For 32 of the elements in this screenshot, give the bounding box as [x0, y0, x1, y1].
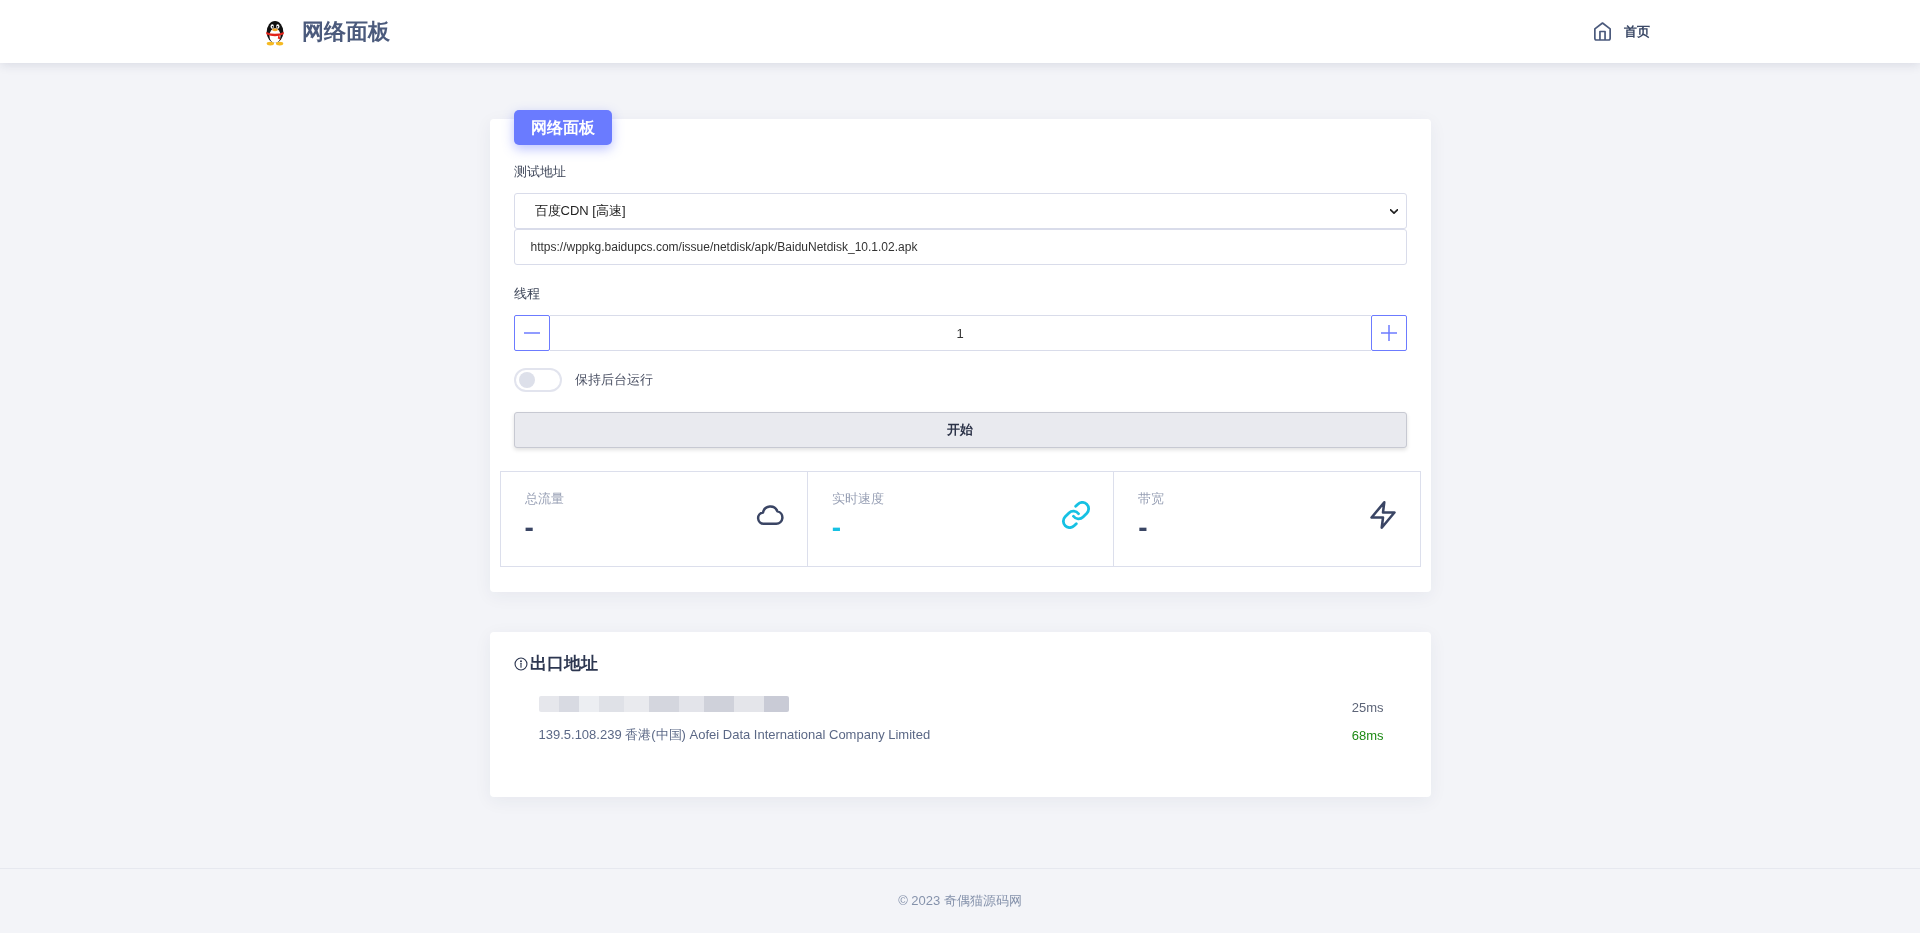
home-icon — [1594, 22, 1611, 41]
plus-icon — [1380, 325, 1397, 341]
stat-label: 带宽 — [1138, 490, 1165, 508]
panel-title-badge: 网络面板 — [513, 110, 612, 145]
stat-label: 总流量 — [524, 490, 564, 508]
minus-icon — [523, 332, 540, 334]
latency-text: 68ms — [1351, 727, 1384, 743]
home-link-label: 首页 — [1624, 22, 1650, 41]
field-label: 线程 — [513, 285, 541, 303]
thread-count-field[interactable]: 1 — [549, 315, 1371, 351]
chevron-down-icon — [1389, 208, 1398, 214]
exit-address-text: 139.5.108.239 香港(中国) Aofei Data International Company Limited — [538, 726, 931, 744]
stat-value: - — [831, 511, 843, 545]
stat-value: - — [524, 511, 535, 545]
decrement-button[interactable] — [513, 315, 550, 351]
latency-text: 25ms — [1351, 699, 1384, 715]
start-button[interactable]: 开始 — [513, 412, 1407, 448]
toggle-label: 保持后台运行 — [574, 371, 653, 389]
test-address-select[interactable]: 百度CDN [高速] — [513, 193, 1407, 229]
site-title: 网络面板 — [302, 17, 390, 46]
copyright-text: © 2023 奇偶猫源码网 — [898, 892, 1022, 910]
stat-value: - — [1138, 511, 1149, 545]
url-input-field[interactable]: https://wppkg.baidupcs.com/issue/netdisk/apk/BaiduNetdisk_10.1.02.apk — [513, 229, 1407, 265]
increment-button[interactable] — [1370, 315, 1407, 351]
home-link[interactable]: 首页 — [1594, 22, 1650, 41]
info-icon — [513, 656, 528, 671]
section-title: 出口地址 — [529, 653, 598, 675]
stat-label: 实时速度 — [831, 490, 884, 508]
lightning-bolt-icon — [1367, 501, 1398, 529]
link-icon — [1061, 501, 1092, 529]
background-run-toggle[interactable] — [513, 368, 562, 392]
field-label: 测试地址 — [513, 163, 567, 181]
